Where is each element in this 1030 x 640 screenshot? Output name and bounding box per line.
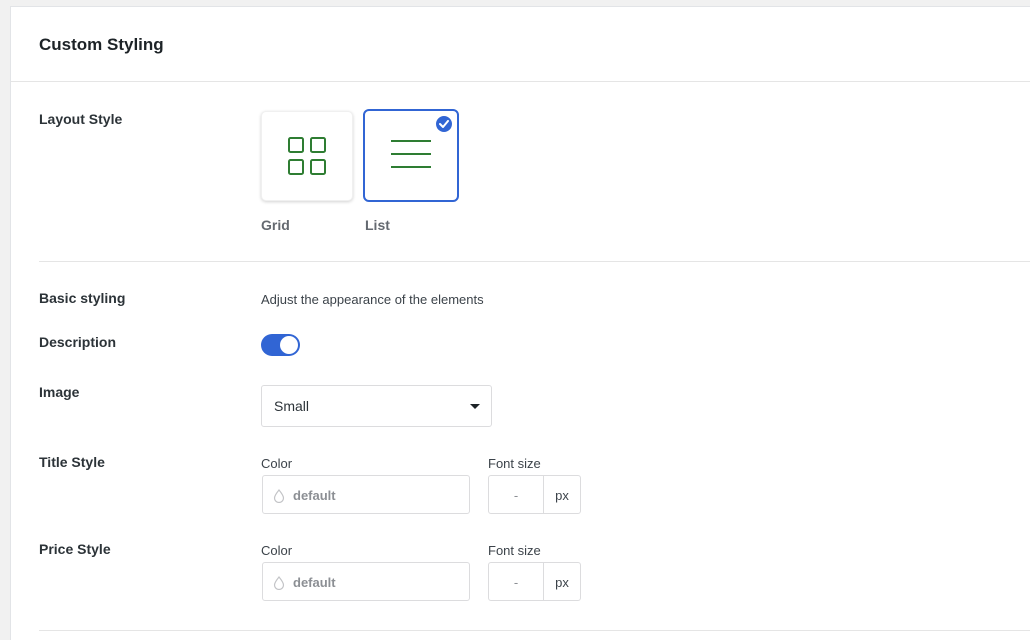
layout-option-list[interactable] (363, 109, 459, 202)
price-font-size-label: Font size (488, 543, 541, 558)
image-size-value: Small (274, 398, 310, 414)
layout-option-grid-label: Grid (261, 217, 290, 233)
section-divider (39, 261, 1030, 262)
layout-style-label: Layout Style (39, 111, 123, 127)
price-style-label: Price Style (39, 541, 111, 557)
title-color-label: Color (261, 456, 293, 471)
title-font-size-value: - (513, 488, 519, 503)
basic-styling-label: Basic styling (39, 290, 126, 306)
price-color-input[interactable]: default (262, 562, 470, 601)
title-font-size-label: Font size (488, 456, 541, 471)
price-color-value: default (293, 575, 336, 590)
price-color-label: Color (261, 543, 293, 558)
layout-option-list-label: List (365, 217, 390, 233)
selected-check-icon (436, 116, 452, 132)
color-drop-icon (273, 489, 285, 503)
custom-styling-panel: Custom Styling Layout Style Grid List Ba… (10, 6, 1030, 640)
section-divider (39, 630, 1030, 631)
description-label: Description (39, 334, 117, 350)
layout-option-grid[interactable] (261, 111, 353, 201)
title-color-input[interactable]: default (262, 475, 470, 514)
title-font-size-group: - px (488, 475, 581, 514)
image-size-select[interactable]: Small (261, 385, 492, 427)
grid-icon (288, 137, 326, 175)
panel-title: Custom Styling (39, 35, 164, 54)
title-color-value: default (293, 488, 336, 503)
basic-styling-helper: Adjust the appearance of the elements (261, 292, 484, 307)
price-font-size-value: - (513, 575, 519, 590)
color-drop-icon (273, 576, 285, 590)
title-style-label: Title Style (39, 454, 105, 470)
description-toggle[interactable] (261, 334, 300, 356)
panel-header: Custom Styling (11, 7, 1030, 82)
toggle-knob (280, 336, 298, 354)
title-font-size-input[interactable]: - (489, 476, 544, 513)
price-font-size-input[interactable]: - (489, 563, 544, 600)
title-font-size-unit: px (555, 488, 569, 503)
caret-down-icon (470, 404, 480, 409)
price-font-size-unit: px (555, 575, 569, 590)
list-icon (391, 140, 431, 168)
image-label: Image (39, 384, 80, 400)
price-font-size-group: - px (488, 562, 581, 601)
